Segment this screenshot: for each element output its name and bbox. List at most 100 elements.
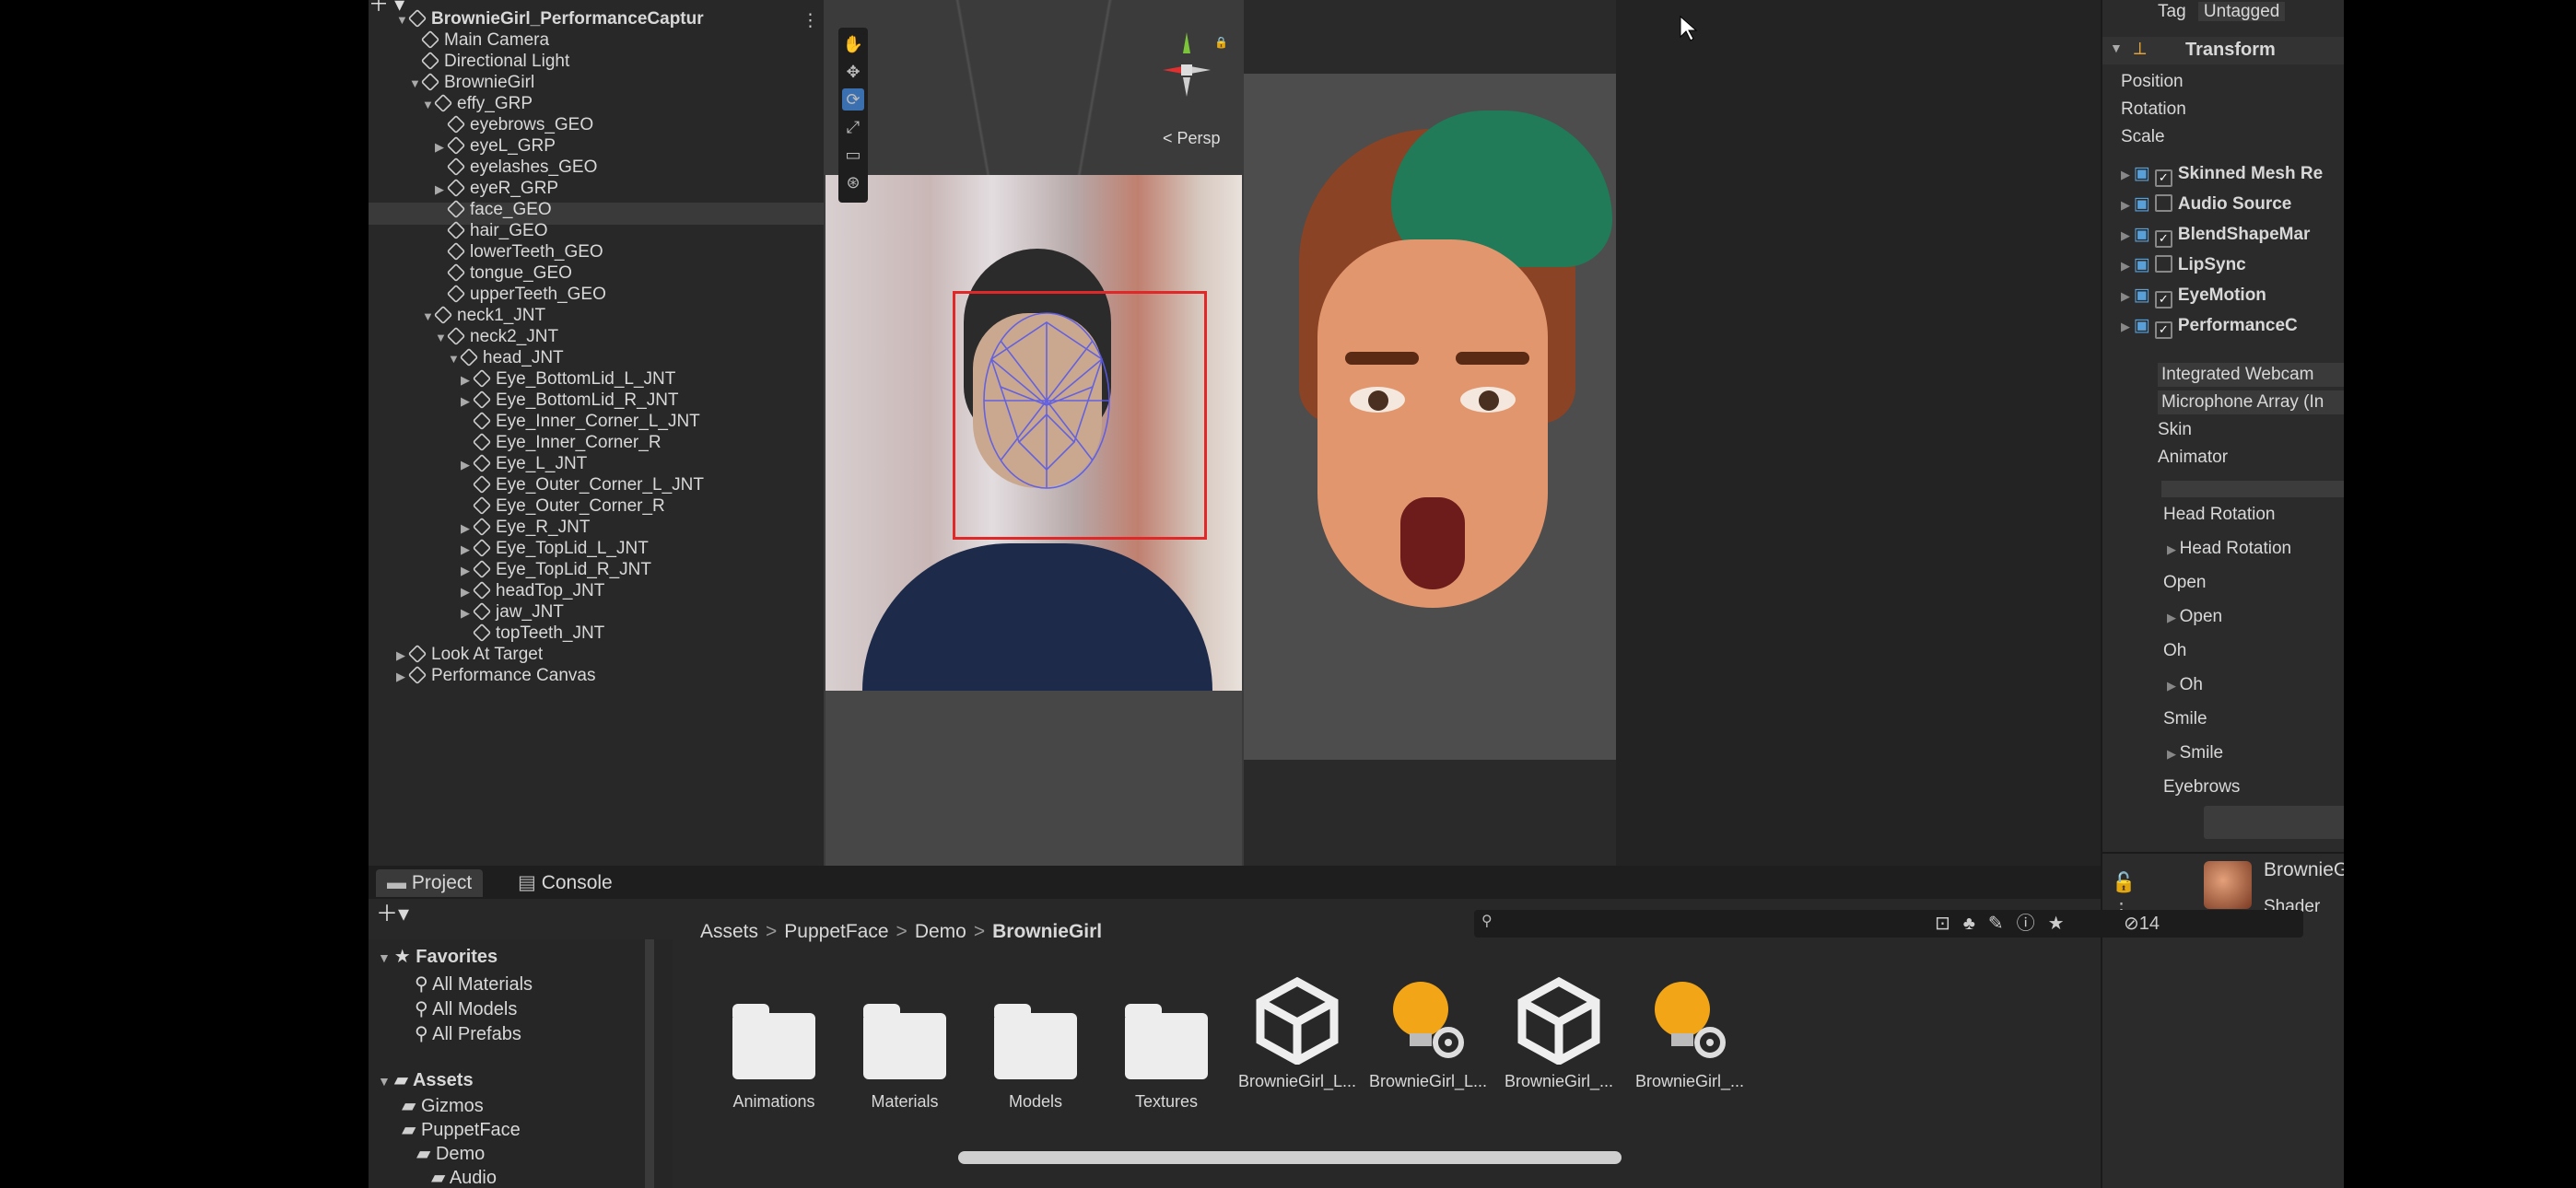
chevron-down-icon[interactable]: ▼ xyxy=(409,74,422,94)
blend-row[interactable]: ▶ Open xyxy=(2167,605,2222,629)
chevron-right-icon[interactable]: ▶ xyxy=(2121,289,2134,303)
scene-view[interactable]: ✋ ✥ ⟳ ⤢ ▭ ⊛ 🔒 < Persp xyxy=(824,0,1244,866)
hierarchy-item[interactable]: ▶ Eye_TopLid_L_JNT xyxy=(461,538,649,559)
hierarchy-item[interactable]: ▼ effy_GRP xyxy=(422,93,533,114)
chevron-right-icon[interactable]: ▶ xyxy=(2121,228,2134,242)
chevron-right-icon[interactable]: ▶ xyxy=(435,137,448,157)
persp-label[interactable]: < Persp xyxy=(1163,129,1221,148)
chevron-down-icon[interactable]: ▼ xyxy=(435,328,448,348)
hand-tool-icon[interactable]: ✋ xyxy=(842,33,864,55)
hierarchy-item[interactable]: ▼ BrownieGirl xyxy=(409,72,534,94)
enabled-checkbox[interactable]: ✓ xyxy=(2154,321,2172,339)
scene-orientation-gizmo[interactable]: 🔒 xyxy=(1159,28,1233,120)
hierarchy-item[interactable]: ▼ BrownieGirl_PerformanceCaptur xyxy=(396,8,704,30)
folder-tree-item[interactable]: ▰ Audio xyxy=(431,1166,497,1188)
blend-row[interactable]: ▶ Smile xyxy=(2167,741,2223,765)
rect-tool-icon[interactable]: ▭ xyxy=(842,144,864,166)
component-header[interactable]: ▶ ▣ ✓ PerformanceC xyxy=(2121,314,2298,339)
enabled-checkbox[interactable]: ✓ xyxy=(2154,169,2172,187)
chevron-right-icon[interactable]: ▶ xyxy=(2167,611,2180,624)
chevron-right-icon[interactable]: ▶ xyxy=(2121,259,2134,273)
breadcrumb-item[interactable]: PuppetFace xyxy=(784,921,888,942)
kebab-menu-icon[interactable]: ⋮ xyxy=(802,11,819,31)
enabled-checkbox[interactable]: ✓ xyxy=(2154,230,2172,248)
enabled-checkbox[interactable] xyxy=(2154,255,2172,273)
hierarchy-item[interactable]: ▶ Eye_L_JNT xyxy=(461,453,587,475)
hierarchy-item[interactable]: ▶ Eye_BottomLid_R_JNT xyxy=(461,390,679,411)
hierarchy-item[interactable]: Eye_Outer_Corner_L_JNT xyxy=(461,474,704,495)
chevron-right-icon[interactable]: ▶ xyxy=(461,582,474,602)
chevron-right-icon[interactable]: ▶ xyxy=(461,561,474,581)
chevron-right-icon[interactable]: ▶ xyxy=(461,603,474,623)
device-dropdown[interactable]: Microphone Array (In xyxy=(2158,390,2344,414)
component-header[interactable]: ▶ ▣ Audio Source xyxy=(2121,192,2291,216)
enabled-checkbox[interactable]: ✓ xyxy=(2154,291,2172,309)
hidden-packages-count[interactable]: ⊘14 xyxy=(2124,912,2160,936)
device-dropdown[interactable]: Integrated Webcam xyxy=(2158,363,2344,387)
hierarchy-item[interactable]: topTeeth_JNT xyxy=(461,623,604,644)
blend-row[interactable]: Head Rotation xyxy=(2163,503,2275,527)
chevron-right-icon[interactable]: ▶ xyxy=(461,370,474,390)
breadcrumb-item[interactable]: Demo xyxy=(915,921,966,942)
search-input[interactable]: ⚲ xyxy=(1474,910,2303,938)
hierarchy-item[interactable]: eyebrows_GEO xyxy=(435,114,593,135)
tree-scrollbar[interactable] xyxy=(645,939,654,1188)
tag-row[interactable]: Tag Untagged xyxy=(2158,0,2286,24)
transform-field-scale[interactable]: Scale xyxy=(2121,125,2165,149)
chevron-right-icon[interactable]: ▶ xyxy=(461,391,474,412)
blend-row[interactable]: Oh xyxy=(2163,639,2186,663)
asset-item[interactable]: Models xyxy=(971,976,1100,1112)
animator-slot[interactable] xyxy=(2161,481,2344,497)
project-toolbar-icons[interactable]: ⊡♣✎ⓘ★ xyxy=(1935,912,2078,936)
chevron-right-icon[interactable]: ▶ xyxy=(461,455,474,475)
hierarchy-item[interactable]: face_GEO xyxy=(435,199,552,220)
favorite-item[interactable]: ⚲ All Materials xyxy=(415,973,533,996)
chevron-right-icon[interactable]: ▶ xyxy=(2121,168,2134,181)
blend-row[interactable]: ▶ Head Rotation xyxy=(2167,537,2291,561)
chevron-right-icon[interactable]: ▶ xyxy=(2167,542,2180,556)
favorites-header[interactable]: ▼ ★ Favorites xyxy=(378,945,498,969)
eyebrows-slider[interactable] xyxy=(2204,806,2344,839)
chevron-right-icon[interactable]: ▶ xyxy=(2121,198,2134,212)
hierarchy-item[interactable]: ▼ neck1_JNT xyxy=(422,305,545,326)
folder-tree-item[interactable]: ▰ Gizmos xyxy=(402,1094,484,1118)
chevron-right-icon[interactable]: ▶ xyxy=(435,180,448,200)
transform-header[interactable]: ▼ ⟂ Transform xyxy=(2102,37,2344,64)
asset-item[interactable]: Materials xyxy=(840,976,969,1112)
chevron-down-icon[interactable]: ▼ xyxy=(396,10,409,30)
chevron-right-icon[interactable]: ▶ xyxy=(396,646,409,666)
hierarchy-item[interactable]: ▶ Eye_BottomLid_L_JNT xyxy=(461,368,675,390)
asset-item[interactable]: BrownieGirl_L... xyxy=(1364,976,1493,1091)
component-header[interactable]: ▶ ▣ ✓ Skinned Mesh Re xyxy=(2121,162,2323,187)
rotate-tool-icon[interactable]: ⟳ xyxy=(842,88,864,111)
hierarchy-item[interactable]: ▶ Eye_R_JNT xyxy=(461,517,590,538)
hierarchy-item[interactable]: upperTeeth_GEO xyxy=(435,284,606,305)
breadcrumb-item[interactable]: BrownieGirl xyxy=(992,921,1102,942)
hierarchy-item[interactable]: ▶ jaw_JNT xyxy=(461,601,564,623)
hierarchy-item[interactable]: ▶ headTop_JNT xyxy=(461,580,604,602)
hierarchy-item[interactable]: lowerTeeth_GEO xyxy=(435,241,603,262)
blend-row[interactable]: ▶ Oh xyxy=(2167,673,2203,697)
hierarchy-item[interactable]: Main Camera xyxy=(409,29,549,51)
asset-item[interactable]: Animations xyxy=(709,976,838,1112)
asset-item[interactable]: BrownieGirl_... xyxy=(1625,976,1754,1091)
transform-tool-icon[interactable]: ⊛ xyxy=(842,171,864,193)
blend-row[interactable]: Smile xyxy=(2163,707,2207,731)
transform-field-rotation[interactable]: Rotation xyxy=(2121,98,2186,122)
create-button[interactable]: ＋▾ xyxy=(376,903,409,926)
folder-tree-item[interactable]: ▰ PuppetFace xyxy=(402,1118,521,1142)
hierarchy-item[interactable]: ▼ head_JNT xyxy=(448,347,564,369)
chevron-down-icon[interactable]: ▼ xyxy=(448,349,461,369)
favorite-item[interactable]: ⚲ All Prefabs xyxy=(415,1022,521,1046)
tab-project[interactable]: ▬ Project xyxy=(376,869,484,897)
scale-tool-icon[interactable]: ⤢ xyxy=(842,116,864,138)
hierarchy-item[interactable]: ▶ Look At Target xyxy=(396,644,543,666)
lock-icon[interactable]: 🔓⋮ xyxy=(2101,869,2147,921)
hierarchy-item[interactable]: Directional Light xyxy=(409,51,569,72)
hierarchy-item[interactable]: Eye_Inner_Corner_L_JNT xyxy=(461,411,700,432)
folder-tree-item[interactable]: ▰ Demo xyxy=(416,1142,485,1166)
asset-item[interactable]: BrownieGirl_L... xyxy=(1233,976,1362,1091)
blend-row[interactable]: Eyebrows xyxy=(2163,775,2240,799)
tag-dropdown[interactable]: Untagged xyxy=(2197,2,2286,21)
asset-item[interactable]: BrownieGirl_... xyxy=(1494,976,1623,1091)
